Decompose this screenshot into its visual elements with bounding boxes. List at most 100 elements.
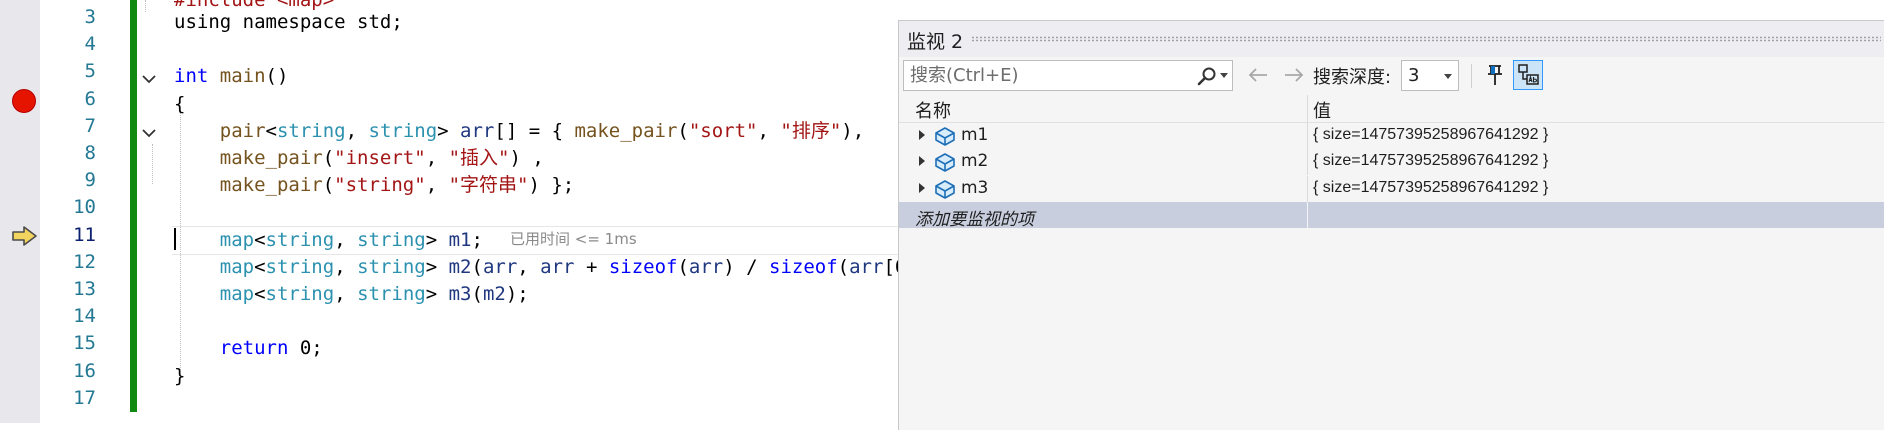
line-number[interactable]: 16 bbox=[36, 358, 96, 385]
code-token: sizeof bbox=[769, 255, 838, 278]
chevron-down-icon bbox=[1444, 74, 1452, 79]
code-line: } bbox=[174, 363, 185, 390]
code-token: { bbox=[174, 92, 186, 115]
code-token: string bbox=[265, 255, 335, 278]
code-line: using namespace std; bbox=[174, 9, 403, 36]
search-depth-label: 搜索深度: bbox=[1313, 67, 1392, 88]
column-divider bbox=[1307, 149, 1308, 176]
code-line: map<string, string> m1; bbox=[174, 227, 517, 254]
arrow-left-icon[interactable] bbox=[1245, 63, 1271, 87]
line-number[interactable]: 10 bbox=[36, 194, 96, 221]
hex-display-button[interactable] bbox=[1513, 60, 1543, 90]
code-token: "string" bbox=[334, 174, 426, 197]
watch-row-m1[interactable]: m1 { size=14757395258967641292 } bbox=[899, 123, 1884, 149]
column-divider bbox=[1307, 175, 1308, 202]
pin-icon[interactable] bbox=[1481, 61, 1509, 89]
code-line: int main() bbox=[174, 63, 288, 90]
line-number[interactable]: 4 bbox=[36, 31, 96, 58]
search-input[interactable] bbox=[904, 61, 1195, 90]
line-number[interactable]: 11 bbox=[36, 222, 96, 249]
glyph-margin[interactable] bbox=[0, 0, 40, 423]
column-divider[interactable] bbox=[1307, 95, 1308, 122]
watch-window[interactable]: 监视 2 搜索深度: 3 bbox=[898, 20, 1884, 430]
code-token: ( bbox=[322, 147, 335, 169]
toolbar-separator bbox=[1471, 64, 1472, 88]
add-watch-placeholder[interactable]: 添加要监视的项 bbox=[915, 205, 1034, 230]
code-token: string bbox=[368, 119, 438, 142]
line-number-gutter: 3 4 5 6 7 8 9 10 11 12 13 14 15 16 17 bbox=[40, 0, 102, 423]
code-token: + bbox=[574, 255, 609, 278]
code-token: < bbox=[265, 119, 277, 142]
search-icon[interactable] bbox=[1196, 66, 1218, 86]
code-token: pair bbox=[219, 119, 266, 142]
code-token: arr bbox=[688, 255, 724, 278]
code-token: , bbox=[517, 255, 541, 278]
column-header-value[interactable]: 值 bbox=[1313, 97, 1331, 123]
breakpoint-icon[interactable] bbox=[12, 89, 36, 113]
code-token: string bbox=[357, 255, 426, 278]
watch-row-m2[interactable]: m2 { size=14757395258967641292 } bbox=[899, 149, 1884, 176]
code-token: , bbox=[757, 119, 781, 142]
code-token: arr bbox=[482, 255, 518, 278]
search-options-dropdown[interactable] bbox=[1220, 73, 1228, 78]
watch-row-m3[interactable]: m3 { size=14757395258967641292 } bbox=[899, 175, 1884, 202]
code-token: m2 bbox=[448, 255, 472, 278]
code-token: ( bbox=[322, 174, 335, 197]
watch-row-name[interactable]: m2 bbox=[961, 151, 988, 171]
code-token: sizeof bbox=[608, 255, 678, 278]
code-line: make_pair("insert", "插入") , bbox=[174, 145, 544, 172]
add-watch-row[interactable]: 添加要监视的项 bbox=[899, 202, 1884, 230]
expand-triangle-icon[interactable] bbox=[919, 130, 925, 140]
code-token: map bbox=[219, 255, 255, 278]
code-token: , bbox=[334, 283, 358, 305]
code-token: string bbox=[276, 119, 346, 142]
line-number[interactable]: 13 bbox=[36, 276, 96, 303]
chevron-down-icon[interactable] bbox=[140, 124, 158, 142]
line-number[interactable]: 9 bbox=[36, 167, 96, 194]
watch-title-bar[interactable]: 监视 2 bbox=[899, 21, 1884, 57]
code-token: < bbox=[254, 283, 266, 305]
watch-row-value[interactable]: { size=14757395258967641292 } bbox=[1313, 126, 1548, 144]
line-number[interactable]: 7 bbox=[36, 113, 96, 140]
watch-row-name[interactable]: m1 bbox=[961, 125, 988, 145]
code-token: arr bbox=[849, 255, 884, 278]
scope-guide bbox=[152, 144, 153, 184]
line-number[interactable]: 8 bbox=[36, 140, 96, 167]
line-number[interactable]: 15 bbox=[36, 330, 96, 357]
line-number[interactable]: 17 bbox=[36, 385, 96, 412]
code-token: "字符串" bbox=[448, 174, 529, 197]
code-token: m2 bbox=[482, 283, 506, 305]
code-line: map<string, string> m2(arr, arr + sizeof… bbox=[174, 254, 952, 281]
search-depth-select[interactable]: 3 bbox=[1401, 60, 1459, 91]
change-tracking-bar bbox=[130, 0, 137, 412]
line-number[interactable]: 14 bbox=[36, 303, 96, 330]
watch-grid-header: 名称 值 bbox=[899, 95, 1884, 123]
code-token: "排序" bbox=[780, 119, 842, 142]
code-token: ( bbox=[837, 255, 850, 278]
code-token: ) / bbox=[723, 255, 770, 278]
column-header-name[interactable]: 名称 bbox=[915, 97, 951, 123]
code-token: < bbox=[254, 255, 266, 278]
watch-row-value[interactable]: { size=14757395258967641292 } bbox=[1313, 152, 1548, 170]
code-token: ), bbox=[841, 119, 865, 142]
title-grip[interactable] bbox=[971, 36, 1881, 42]
line-number[interactable]: 3 bbox=[36, 4, 96, 31]
expand-triangle-icon[interactable] bbox=[919, 182, 925, 193]
watch-row-value[interactable]: { size=14757395258967641292 } bbox=[1313, 179, 1548, 197]
expand-triangle-icon[interactable] bbox=[919, 156, 925, 167]
code-token: "insert" bbox=[334, 147, 426, 169]
code-token: < bbox=[254, 228, 266, 251]
arrow-right-icon[interactable] bbox=[1281, 63, 1307, 87]
watch-row-name[interactable]: m3 bbox=[961, 178, 988, 198]
line-number[interactable]: 12 bbox=[36, 249, 96, 276]
search-box[interactable] bbox=[903, 60, 1233, 91]
code-token: ( bbox=[471, 255, 483, 278]
object-icon bbox=[933, 151, 957, 173]
line-number[interactable]: 6 bbox=[36, 86, 96, 113]
chevron-down-icon[interactable] bbox=[140, 70, 158, 88]
line-number[interactable]: 5 bbox=[36, 58, 96, 85]
